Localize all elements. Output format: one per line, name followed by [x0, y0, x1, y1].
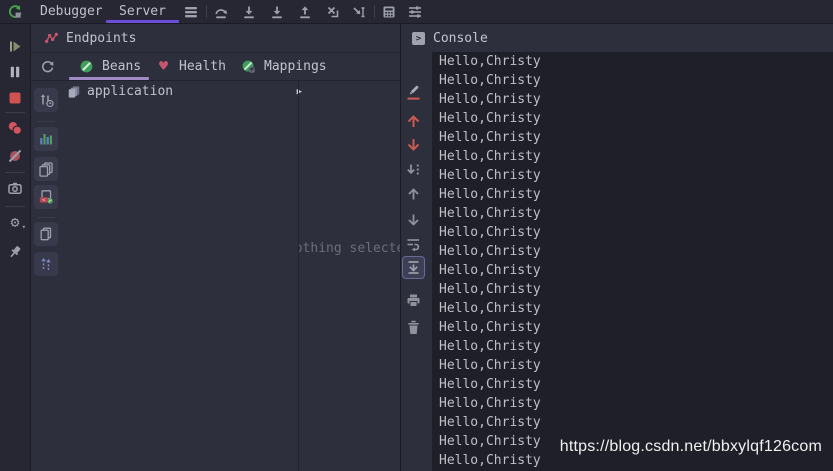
endpoints-panel: Endpoints Beans ♥ Health	[31, 24, 400, 471]
sidebar-separator	[5, 206, 25, 207]
tab-mappings[interactable]: Mappings	[241, 52, 327, 80]
mappings-icon	[241, 59, 256, 74]
tab-health-label: Health	[179, 59, 226, 74]
console-line: Hello,Christy	[439, 147, 833, 166]
thread-dump-icon[interactable]	[7, 180, 23, 196]
heart-icon: ♥	[156, 59, 171, 74]
console-line: Hello,Christy	[439, 318, 833, 337]
strip-separator	[37, 217, 55, 218]
console-line: Hello,Christy	[439, 413, 833, 432]
pin-icon[interactable]	[7, 244, 23, 260]
debug-toolbar: Debugger Server	[0, 0, 833, 24]
ide-window: Debugger Server	[0, 0, 833, 471]
console-toolbar	[401, 52, 432, 471]
tab-mappings-label: Mappings	[264, 59, 327, 74]
console-line: Hello,Christy	[439, 204, 833, 223]
console-line: Hello,Christy	[439, 299, 833, 318]
sidebar-separator	[5, 112, 25, 113]
tab-debugger-label: Debugger	[40, 4, 103, 19]
show-documentation-icon[interactable]	[34, 222, 58, 246]
console-title: Console	[433, 31, 488, 46]
step-out-icon[interactable]	[296, 3, 314, 20]
strip-separator	[37, 121, 55, 122]
console-line: Hello,Christy	[439, 128, 833, 147]
force-step-into-icon[interactable]	[268, 3, 286, 20]
layout-settings-icon[interactable]	[406, 3, 424, 20]
tab-server[interactable]: Server	[106, 0, 179, 23]
console-line: Hello,Christy	[439, 394, 833, 413]
endpoints-icon	[43, 30, 59, 46]
menu-icon[interactable]	[182, 3, 200, 20]
console-line: Hello,Christy	[439, 71, 833, 90]
soft-wrap-icon[interactable]	[405, 236, 422, 253]
console-line: Hello,Christy	[439, 52, 833, 71]
nothing-selected-text: Nothing selected	[299, 241, 400, 256]
navigate-down-menu-icon[interactable]	[405, 161, 422, 178]
console-line: Hello,Christy	[439, 166, 833, 185]
pause-icon[interactable]	[7, 64, 23, 80]
drop-frame-icon[interactable]	[324, 3, 342, 20]
console-run-icon: >	[412, 32, 425, 45]
tree-item-application[interactable]: application ▶	[59, 82, 306, 101]
console-line: Hello,Christy	[439, 109, 833, 128]
resume-icon[interactable]	[7, 38, 23, 54]
run-to-cursor-icon[interactable]	[350, 3, 368, 20]
console-line: Hello,Christy	[439, 223, 833, 242]
previous-occurrence-icon[interactable]	[405, 186, 422, 203]
console-line: Hello,Christy	[439, 280, 833, 299]
console-line: Hello,Christy	[439, 356, 833, 375]
view-breakpoints-icon[interactable]	[7, 120, 23, 136]
up-stack-trace-icon[interactable]	[405, 113, 422, 130]
tab-health[interactable]: ♥ Health	[156, 52, 226, 80]
tab-server-label: Server	[119, 4, 166, 19]
tree-item-label: application	[87, 84, 173, 99]
console-line: Hello,Christy	[439, 185, 833, 204]
console-line: Hello,Christy	[439, 242, 833, 261]
show-library-beans-icon[interactable]	[34, 157, 58, 181]
mute-breakpoints-icon[interactable]	[7, 148, 23, 164]
sidebar-separator	[5, 172, 25, 173]
settings-icon[interactable]: ⚙▾	[7, 214, 23, 230]
clear-all-icon[interactable]	[405, 319, 422, 336]
edit-configuration-icon[interactable]	[405, 84, 422, 101]
step-into-icon[interactable]	[240, 3, 258, 20]
console-header: > Console	[401, 24, 833, 53]
tab-beans-label: Beans	[102, 59, 141, 74]
step-over-icon[interactable]	[212, 3, 230, 20]
console-panel: > Console	[400, 24, 833, 471]
update-beans-icon[interactable]	[34, 252, 58, 276]
show-configuration-beans-icon[interactable]: <	[34, 185, 58, 209]
console-output[interactable]: Hello,ChristyHello,ChristyHello,ChristyH…	[432, 52, 833, 471]
bean-icon	[79, 59, 94, 74]
show-statistics-icon[interactable]	[34, 127, 58, 151]
toolbar-separator	[374, 5, 375, 18]
next-occurrence-icon[interactable]	[405, 211, 422, 228]
tab-debugger[interactable]: Debugger	[28, 0, 115, 23]
print-icon[interactable]	[405, 292, 422, 309]
application-beans-icon	[67, 85, 81, 99]
debugger-side-toolbar: ⚙▾	[0, 24, 31, 471]
watermark-text: https://blog.csdn.net/bbxylqf126com	[560, 438, 822, 456]
evaluate-expression-icon[interactable]	[380, 3, 398, 20]
down-stack-trace-icon[interactable]	[405, 136, 422, 153]
tab-beans[interactable]: Beans	[79, 52, 141, 80]
scroll-to-end-icon[interactable]	[405, 259, 422, 276]
console-line: Hello,Christy	[439, 90, 833, 109]
toolbar-separator	[206, 5, 207, 18]
console-line: Hello,Christy	[439, 375, 833, 394]
stop-icon[interactable]	[7, 90, 23, 106]
refresh-icon[interactable]	[39, 58, 55, 74]
endpoints-title: Endpoints	[66, 31, 136, 46]
console-line: Hello,Christy	[439, 337, 833, 356]
show-startup-time-icon[interactable]	[34, 88, 58, 112]
detail-pane: Nothing selected	[299, 81, 400, 471]
console-line: Hello,Christy	[439, 261, 833, 280]
endpoints-header: Endpoints	[31, 24, 400, 53]
rerun-icon[interactable]	[6, 3, 24, 21]
